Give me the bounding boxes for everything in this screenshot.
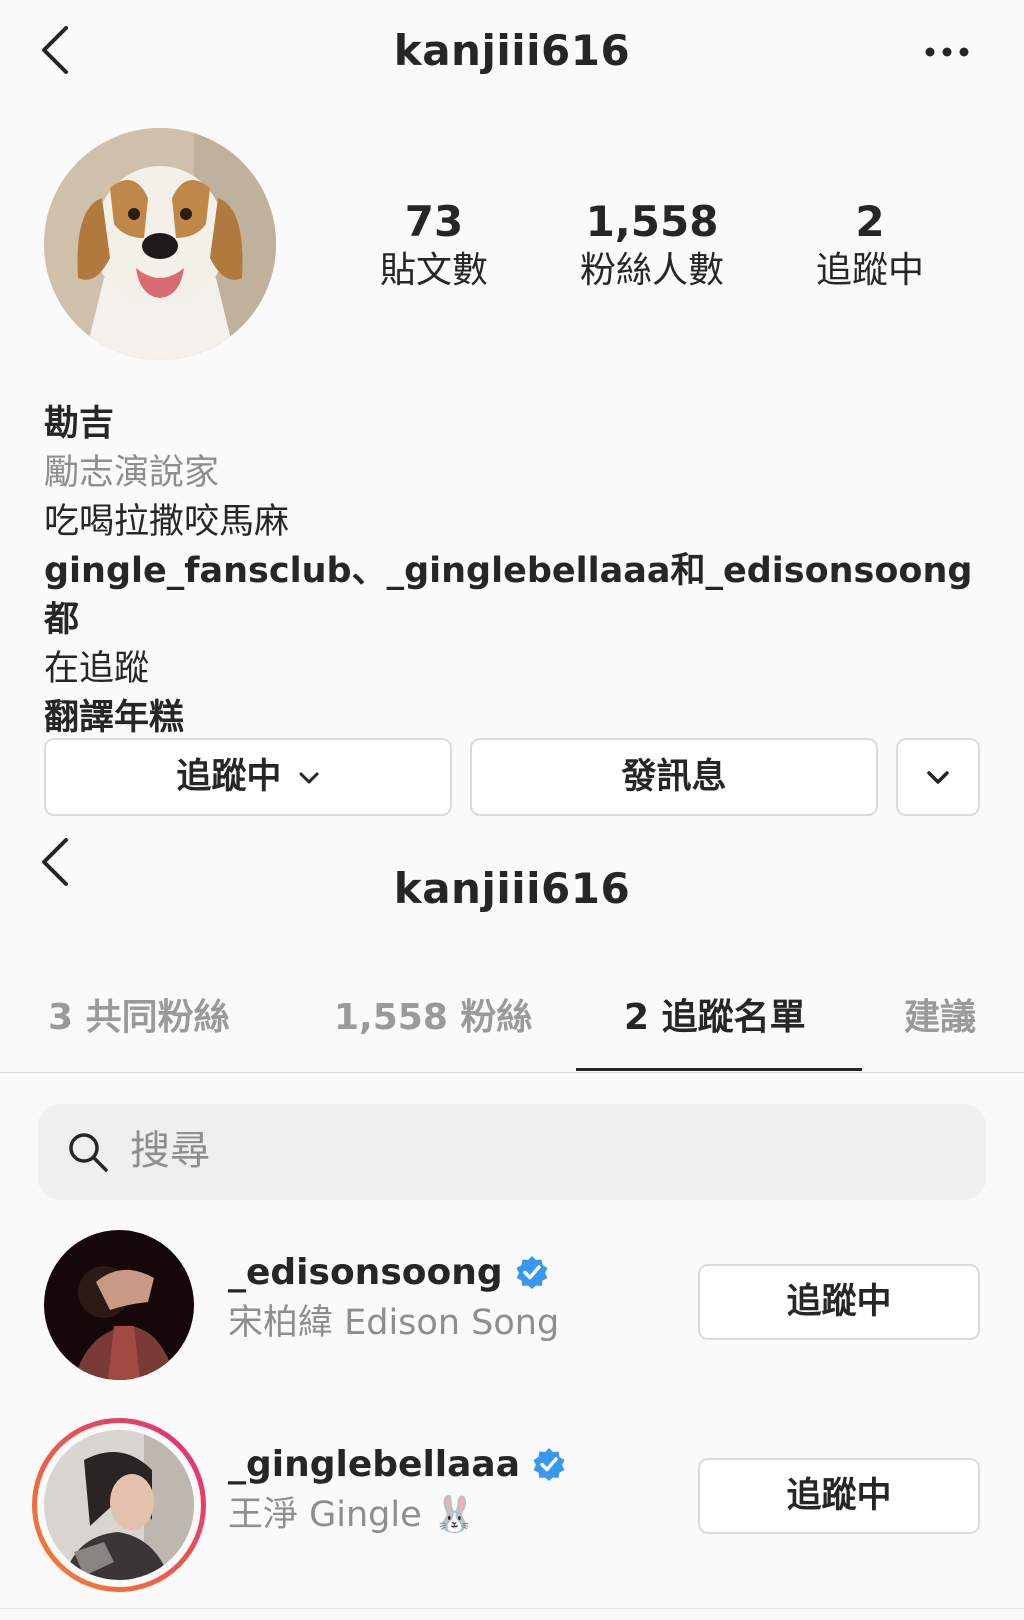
followed-by-text[interactable]: gingle_fansclub、_ginglebellaaa和_edisonso… xyxy=(44,547,984,645)
username-row[interactable]: _edisonsoong xyxy=(228,1250,550,1296)
following-stat[interactable]: 2 追蹤中 xyxy=(770,196,970,294)
list-item[interactable]: _ginglebellaaa 王淨 Gingle 🐰 追蹤中 xyxy=(0,1418,1024,1592)
following-toggle-label: 追蹤中 xyxy=(786,1282,892,1322)
tab-suggested[interactable]: 建議 xyxy=(904,988,976,1040)
profile-category: 勵志演說家 xyxy=(44,453,220,493)
full-name: 宋柏緯 Edison Song xyxy=(228,1303,560,1343)
page-title: kanjiii616 xyxy=(393,26,631,75)
chevron-down-icon xyxy=(927,771,949,784)
username[interactable]: _ginglebellaaa xyxy=(228,1444,520,1485)
followed-by-text-cont: 在追蹤 xyxy=(44,649,150,689)
bio-text: 吃喝拉撒咬馬麻 xyxy=(44,502,290,542)
search-placeholder: 搜尋 xyxy=(130,1128,210,1174)
verified-badge-icon xyxy=(516,1256,548,1289)
user-avatar-image xyxy=(44,1230,194,1380)
following-button-label: 追蹤中 xyxy=(176,757,282,797)
followers-label: 粉絲人數 xyxy=(579,250,724,291)
following-count: 2 xyxy=(855,197,885,246)
profile-avatar[interactable] xyxy=(44,128,276,360)
posts-stat: 73 貼文數 xyxy=(334,196,534,294)
tab-mutual-followers[interactable]: 3 共同粉絲 xyxy=(48,988,230,1040)
posts-label: 貼文數 xyxy=(379,250,488,291)
message-button[interactable]: 發訊息 xyxy=(470,738,878,816)
tabs-divider xyxy=(0,1072,1024,1073)
list-page-title: kanjiii616 xyxy=(393,864,631,913)
more-icon xyxy=(925,47,969,57)
profile-bio: 勘吉 勵志演說家 吃喝拉撒咬馬麻 gingle_fansclub、_gingle… xyxy=(44,400,984,743)
top-bar: kanjiii616 xyxy=(0,0,1024,110)
search-icon xyxy=(69,1133,108,1172)
avatar xyxy=(44,1430,194,1580)
avatar[interactable] xyxy=(44,1230,194,1380)
active-tab-indicator xyxy=(576,1068,862,1071)
dog-avatar-image xyxy=(44,128,276,360)
following-toggle-button[interactable]: 追蹤中 xyxy=(698,1458,980,1534)
translate-link[interactable]: 翻譯年糕 xyxy=(44,694,984,743)
profile-name: 勘吉 xyxy=(44,404,115,444)
suggested-dropdown-button[interactable] xyxy=(896,738,980,816)
message-button-label: 發訊息 xyxy=(621,757,727,797)
full-name: 王淨 Gingle 🐰 xyxy=(228,1495,477,1535)
bottom-divider xyxy=(0,1608,1024,1609)
story-ring[interactable] xyxy=(32,1418,206,1592)
tab-followers[interactable]: 1,558 粉絲 xyxy=(334,988,532,1040)
username-row[interactable]: _ginglebellaaa xyxy=(228,1442,567,1488)
following-toggle-button[interactable]: 追蹤中 xyxy=(698,1264,980,1340)
username[interactable]: _edisonsoong xyxy=(228,1252,503,1293)
followers-count: 1,558 xyxy=(585,197,719,246)
followers-stat[interactable]: 1,558 粉絲人數 xyxy=(552,196,752,294)
list-item[interactable]: _edisonsoong 宋柏緯 Edison Song 追蹤中 xyxy=(0,1228,1024,1388)
posts-count: 73 xyxy=(404,197,464,246)
verified-badge-icon xyxy=(533,1448,565,1481)
user-avatar-image xyxy=(44,1430,194,1580)
following-button[interactable]: 追蹤中 xyxy=(44,738,452,816)
tab-following[interactable]: 2 追蹤名單 xyxy=(624,988,806,1040)
chevron-down-icon xyxy=(299,772,319,784)
following-label: 追蹤中 xyxy=(815,250,924,291)
following-toggle-label: 追蹤中 xyxy=(786,1476,892,1516)
more-options-button[interactable] xyxy=(924,44,970,60)
